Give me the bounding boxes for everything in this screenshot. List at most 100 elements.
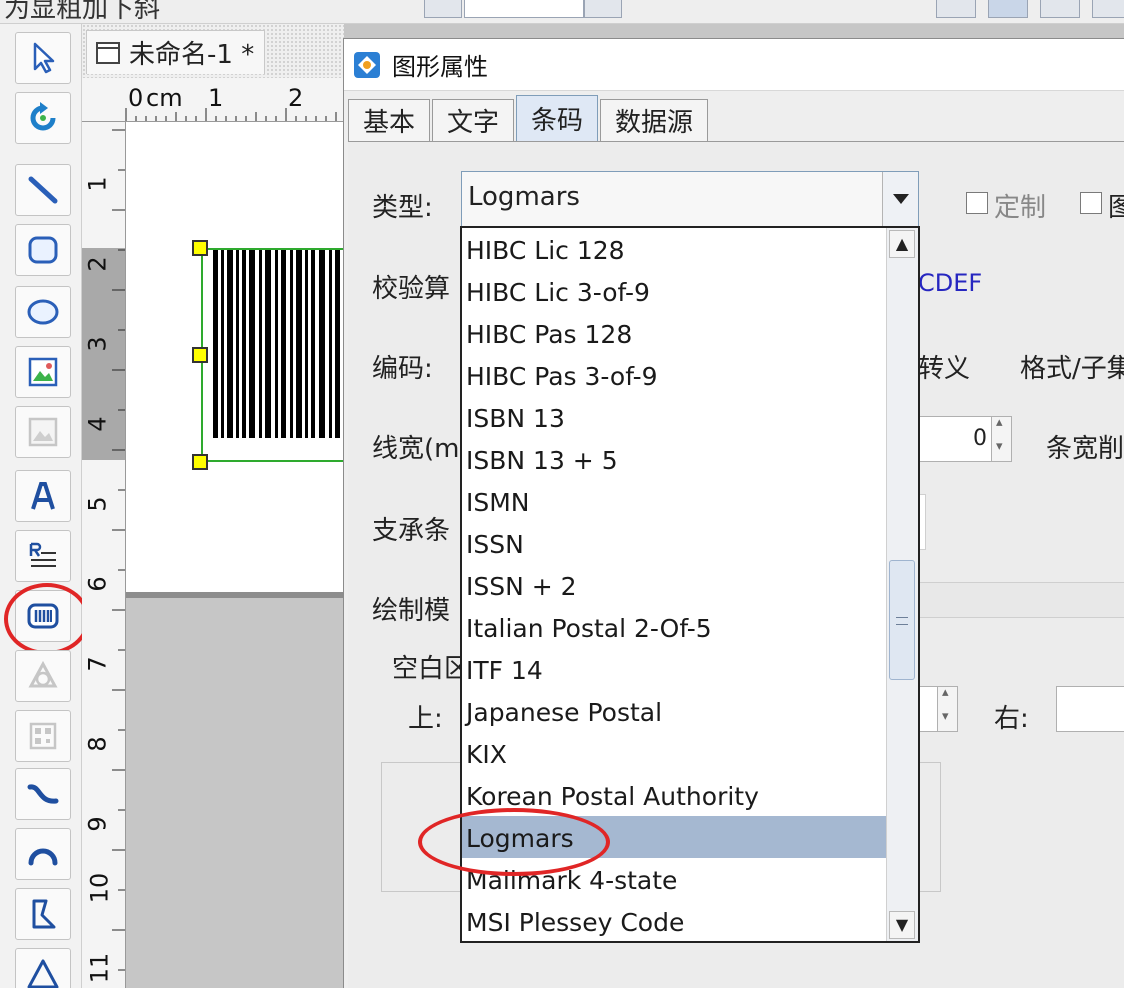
document-tab-title: 未命名-1 * [129,40,255,70]
vruler-label-2: 2 [83,256,112,272]
type-option[interactable]: HIBC Lic 128 [462,228,886,270]
arc-icon [28,848,58,866]
bar-width-reduction-label: 条宽削 [1046,434,1124,464]
tool-pointer[interactable] [15,32,71,84]
tab-basic[interactable]: 基本 [348,99,431,141]
type-option[interactable]: ISSN + 2 [462,564,886,606]
rich-text-icon [29,542,56,567]
barcode-icon [27,603,59,629]
checksum-label: 校验算 [372,274,451,304]
vruler-label-9: 9 [83,816,112,832]
app-icon [354,51,380,78]
tool-ellipse[interactable] [15,286,71,338]
toolbar-button[interactable] [1092,0,1124,18]
tool-shape[interactable] [15,650,71,702]
resize-handle-top-left[interactable] [192,240,208,256]
tool-rotate[interactable] [15,92,71,144]
dropdown-scrollbar[interactable]: ▲ ▼ [886,228,918,941]
vruler-label-7: 7 [83,656,112,672]
toolbar-button[interactable] [584,0,622,18]
toolbar-button[interactable] [936,0,976,18]
type-combobox[interactable]: Logmars [461,171,919,227]
draw-mode-label: 绘制模 [372,596,451,626]
escape-label: 转义 [918,354,971,384]
line-width-label: 线宽(m [372,434,460,464]
vruler-label-8: 8 [83,736,112,752]
type-option[interactable]: ISBN 13 [462,396,886,438]
dialog-tabs: 基本 文字 条码 数据源 [348,95,710,141]
vruler-label-4: 4 [83,416,112,432]
type-option[interactable]: ISBN 13 + 5 [462,438,886,480]
toolbar-cut-text: 为显粗加下斜 [4,0,161,24]
type-option[interactable]: HIBC Pas 3-of-9 [462,354,886,396]
blank-top-stepper[interactable] [916,685,958,732]
tool-text[interactable] [15,470,71,522]
type-option[interactable]: KIX [462,732,886,774]
image-checkbox[interactable] [1080,192,1102,214]
type-option[interactable]: HIBC Pas 128 [462,312,886,354]
custom-checkbox[interactable] [966,192,988,214]
resize-handle-bottom-left[interactable] [192,454,208,470]
tab-barcode[interactable]: 条码 [516,95,599,141]
tool-arc[interactable] [15,828,71,880]
toolbar-button[interactable] [988,0,1028,18]
tool-qr-code[interactable] [15,710,71,762]
curve-icon [27,784,59,804]
tool-image-placeholder[interactable] [15,406,71,458]
format-subset-label: 格式/子集 [1020,354,1124,384]
tool-curve[interactable] [15,768,71,820]
type-option[interactable]: HIBC Lic 3-of-9 [462,270,886,312]
type-option[interactable]: Italian Postal 2-Of-5 [462,606,886,648]
dialog-title: 图形属性 [392,53,488,81]
line-width-spin-buttons[interactable] [991,415,1011,461]
design-canvas[interactable] [126,122,361,988]
line-width-value: 0 [973,426,987,451]
label-paper[interactable] [126,122,361,592]
ruler-unit: cm [146,84,183,112]
scroll-down-arrow-icon[interactable]: ▼ [889,911,915,939]
tab-text[interactable]: 文字 [432,99,515,141]
vruler-label-3: 3 [83,336,112,352]
tab-data-source[interactable]: 数据源 [600,99,709,141]
vruler-label-5: 5 [83,496,112,512]
line-width-stepper[interactable]: 0 [916,415,1012,462]
vruler-label-1: 1 [83,176,112,192]
tool-image[interactable] [15,346,71,398]
type-option[interactable]: MSI Plessey Code [462,900,886,941]
toolbar-button[interactable] [1040,0,1080,18]
scroll-thumb[interactable] [889,560,915,680]
toolbar-field[interactable] [464,0,584,18]
blank-top-label: 上: [408,704,443,734]
annotation-circle [418,808,610,876]
document-tab[interactable]: 未命名-1 * [86,30,266,74]
ruler-label-2: 2 [288,84,304,112]
tool-barcode[interactable] [4,583,90,655]
barcode-object[interactable] [201,248,361,462]
tool-polygon[interactable] [15,888,71,940]
tool-rich-text[interactable] [15,530,71,582]
checksum-value: CDEF [918,269,983,297]
vruler-label-11: 11 [85,952,114,984]
document-window-icon [96,41,120,64]
toolbar-button[interactable] [424,0,462,18]
draw-mode-field[interactable] [908,582,1124,618]
type-combobox-arrow[interactable] [882,172,918,226]
blank-top-spin-buttons[interactable] [937,685,957,731]
document-tab-strip: 未命名-1 * [82,24,344,78]
tool-rounded-rectangle[interactable] [15,224,71,276]
type-option[interactable]: ITF 14 [462,648,886,690]
tool-triangle[interactable] [15,948,71,988]
type-option[interactable]: Japanese Postal [462,690,886,732]
blank-right-field[interactable]: 0 [1056,686,1124,732]
dialog-titlebar[interactable]: 图形属性 [344,39,1124,91]
type-option[interactable]: ISMN [462,480,886,522]
ruler-label-1: 1 [208,84,224,112]
tool-line[interactable] [15,164,71,216]
resize-handle-middle-left[interactable] [192,347,208,363]
blank-right-label: 右: [994,704,1029,734]
type-label: 类型: [372,193,433,223]
line-icon [28,176,58,204]
type-option[interactable]: ISSN [462,522,886,564]
scroll-up-arrow-icon[interactable]: ▲ [889,230,915,258]
image-checkbox-label: 图 [1108,193,1124,223]
